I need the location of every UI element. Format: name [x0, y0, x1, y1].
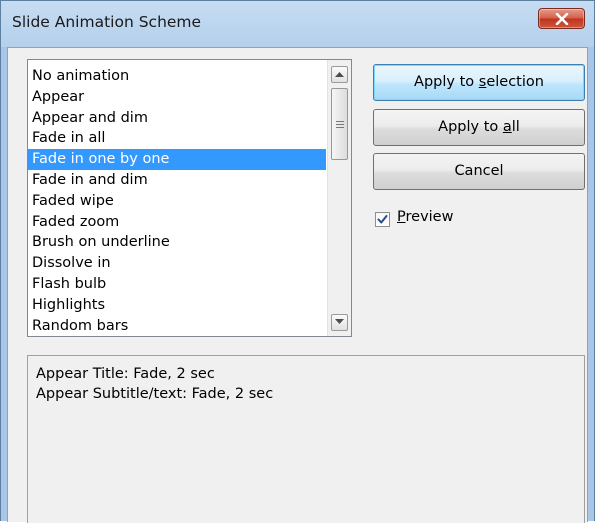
list-item[interactable]: Dissolve in — [28, 253, 326, 274]
close-icon — [555, 13, 569, 25]
list-item[interactable]: Appear and dim — [28, 108, 326, 129]
checkmark-icon — [377, 215, 388, 224]
button-label: election — [486, 74, 544, 90]
button-label: Cancel — [454, 163, 504, 179]
list-item[interactable]: Faded zoom — [28, 212, 326, 233]
list-item[interactable]: Random bars — [28, 316, 326, 337]
apply-to-selection-button[interactable]: Apply to selection — [373, 64, 585, 101]
list-item[interactable]: Fade in all — [28, 128, 326, 149]
title-bar[interactable]: Slide Animation Scheme — [1, 1, 594, 47]
window-title: Slide Animation Scheme — [12, 13, 202, 31]
accelerator-key: a — [502, 119, 512, 135]
list-item[interactable]: Fade in one by one — [28, 149, 326, 170]
accelerator-key: P — [397, 209, 406, 225]
list-item[interactable]: No animation — [28, 66, 326, 87]
list-item[interactable]: Faded wipe — [28, 191, 326, 212]
list-scrollbar[interactable] — [327, 60, 351, 336]
grip-line — [336, 124, 344, 125]
animation-description: Appear Title: Fade, 2 sec Appear Subtitl… — [27, 355, 585, 523]
list-item[interactable]: Flash bulb — [28, 274, 326, 295]
list-item[interactable]: Fade in and dim — [28, 170, 326, 191]
dialog-window: Slide Animation Scheme No animation Appea… — [0, 0, 595, 523]
grip-line — [336, 127, 344, 128]
scroll-thumb[interactable] — [331, 88, 348, 160]
scroll-up-button[interactable] — [331, 66, 348, 83]
list-item[interactable]: Appear — [28, 87, 326, 108]
scroll-down-button[interactable] — [331, 314, 348, 331]
animation-scheme-list[interactable]: No animation Appear Appear and dim Fade in … — [27, 59, 352, 337]
button-label: ll — [511, 119, 520, 135]
list-item[interactable]: Brush on underline — [28, 232, 326, 253]
list-items: No animation Appear Appear and dim Fade in … — [28, 66, 326, 336]
dialog-body: No animation Appear Appear and dim Fade in … — [7, 47, 588, 523]
description-line: Appear Title: Fade, 2 sec — [36, 366, 215, 382]
button-label: Apply to — [414, 74, 479, 90]
preview-label[interactable]: Preview — [397, 209, 453, 225]
preview-label-text: review — [405, 209, 454, 225]
chevron-up-icon — [335, 72, 344, 77]
apply-to-all-button[interactable]: Apply to all — [373, 109, 585, 146]
preview-checkbox[interactable] — [375, 212, 390, 227]
list-item[interactable]: Highlights — [28, 295, 326, 316]
close-button[interactable] — [538, 8, 585, 29]
description-line: Appear Subtitle/text: Fade, 2 sec — [36, 386, 274, 402]
cancel-button[interactable]: Cancel — [373, 153, 585, 190]
button-label: Apply to — [438, 119, 503, 135]
grip-line — [336, 121, 344, 122]
chevron-down-icon — [335, 319, 344, 324]
